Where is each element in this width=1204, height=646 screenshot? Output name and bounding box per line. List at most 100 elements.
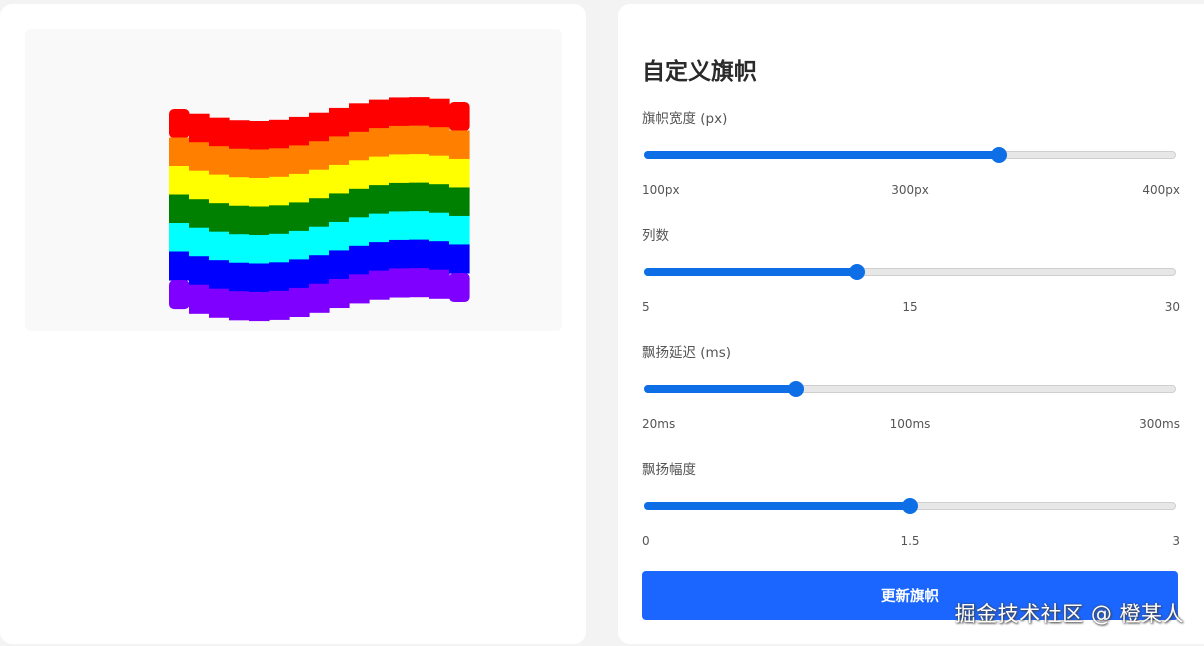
flag-stripe-cell — [449, 101, 470, 132]
flag-stripe-cell — [309, 283, 330, 313]
flag-stripe-cell — [269, 262, 290, 292]
flag-stripe-cell — [449, 215, 470, 246]
flag-stripe-cell — [389, 125, 410, 156]
flag-stripe-cell — [249, 149, 270, 179]
update-flag-button[interactable]: 更新旗帜 — [642, 571, 1178, 620]
flag-stripe-cell — [429, 155, 450, 185]
flag-stripe-cell — [369, 99, 390, 129]
wave-amplitude-slider[interactable] — [644, 492, 1176, 520]
flag-stripe-cell — [329, 107, 350, 138]
flag-stage — [25, 29, 562, 331]
flag-stripe-cell — [169, 280, 190, 310]
flag-stripe-cell — [249, 120, 270, 151]
flag-stripe-cell — [449, 130, 470, 160]
flag-stripe-cell — [409, 239, 430, 269]
flag-stripe-cell — [209, 117, 230, 147]
flag-column — [169, 109, 190, 310]
flag-column — [289, 116, 310, 317]
flag-stripe-cell — [429, 269, 450, 299]
flag-stripe-cell — [409, 154, 430, 184]
flag-stripe-cell — [329, 164, 350, 195]
flag-stripe-cell — [269, 205, 290, 235]
flag-stripe-cell — [169, 223, 190, 253]
flag-stripe-cell — [429, 212, 450, 242]
flag-column — [189, 113, 210, 314]
flag-column — [409, 97, 430, 298]
tick-min: 20ms — [642, 417, 676, 431]
slider-thumb[interactable] — [902, 498, 918, 514]
wave-delay-label: 飘扬延迟 (ms) — [642, 345, 732, 361]
flag-stripe-cell — [409, 97, 430, 127]
flag-stripe-cell — [409, 211, 430, 241]
flag-stripe-cell — [369, 242, 390, 272]
flag-stripe-cell — [249, 263, 270, 293]
slider-thumb[interactable] — [788, 381, 804, 397]
slider-thumb[interactable] — [848, 264, 865, 280]
flag-stripe-cell — [269, 119, 290, 149]
flag-stripe-cell — [229, 205, 250, 235]
flag-stripe-cell — [429, 127, 450, 157]
flag-stripe-cell — [369, 128, 390, 158]
columns-control: 列数 5 15 30 — [642, 224, 1180, 324]
flag-stripe-cell — [169, 137, 190, 167]
flag-stripe-cell — [249, 234, 270, 265]
wave-delay-control: 飘扬延迟 (ms) 20ms 100ms 300ms — [642, 341, 1180, 441]
flag-stripe-cell — [349, 274, 370, 304]
flag-column — [349, 103, 370, 304]
flag-stripe-cell — [249, 177, 270, 208]
flag-stripe-cell — [269, 176, 290, 206]
flag-stripe-cell — [389, 97, 410, 127]
flag-stripe-cell — [289, 259, 310, 289]
columns-slider[interactable] — [644, 258, 1176, 286]
flag-stripe-cell — [449, 187, 470, 217]
flag-stripe-cell — [349, 103, 370, 133]
flag-column — [429, 98, 450, 299]
flag-stripe-cell — [229, 291, 250, 321]
slider-fill — [644, 502, 910, 510]
tick-mid: 15 — [902, 300, 918, 314]
tick-max: 400px — [1142, 183, 1180, 197]
flag-stripe-cell — [309, 112, 330, 142]
flag-stripe-cell — [209, 146, 230, 176]
slider-thumb[interactable] — [990, 147, 1007, 163]
flag-stripe-cell — [289, 230, 310, 260]
flag-stripe-cell — [349, 188, 370, 218]
flag-stripe-cell — [269, 290, 290, 320]
flag-stripe-cell — [449, 244, 470, 274]
flag-stripe-cell — [389, 268, 410, 298]
flag-stripe-cell — [409, 182, 430, 212]
tick-min: 0 — [642, 534, 650, 548]
slider-fill — [644, 151, 999, 159]
tick-min: 100px — [642, 183, 680, 197]
flag-stripe-cell — [189, 113, 210, 143]
wave-delay-slider[interactable] — [644, 375, 1176, 403]
flag-stripe-cell — [349, 131, 370, 161]
flag-stripe-cell — [229, 148, 250, 178]
flag-stripe-cell — [269, 233, 290, 263]
flag-stripe-cell — [209, 260, 230, 290]
flag-stripe-cell — [349, 245, 370, 275]
flag-stripe-cell — [169, 109, 190, 139]
slider-fill — [644, 385, 796, 393]
flag-column — [209, 117, 230, 318]
flag-stripe-cell — [429, 98, 450, 128]
flag-column — [389, 97, 410, 298]
flag-stripe-cell — [429, 184, 450, 214]
tick-mid: 100ms — [889, 417, 931, 431]
flag-column — [229, 120, 250, 321]
flag-stripe-cell — [309, 198, 330, 228]
flag-stripe-cell — [449, 158, 470, 189]
flag-stripe-cell — [289, 202, 310, 232]
flag-stripe-cell — [369, 213, 390, 243]
tick-max: 300ms — [1139, 417, 1180, 431]
flag-column — [309, 112, 330, 313]
waving-flag — [169, 97, 470, 322]
flag-stripe-cell — [309, 169, 330, 199]
flag-stripe-cell — [189, 199, 210, 229]
flag-stripe-cell — [289, 145, 310, 175]
flag-stripe-cell — [369, 270, 390, 300]
flag-stripe-cell — [229, 120, 250, 150]
flag-width-slider[interactable] — [644, 141, 1176, 169]
flag-stripe-cell — [189, 142, 210, 172]
flag-stripe-cell — [269, 148, 290, 178]
